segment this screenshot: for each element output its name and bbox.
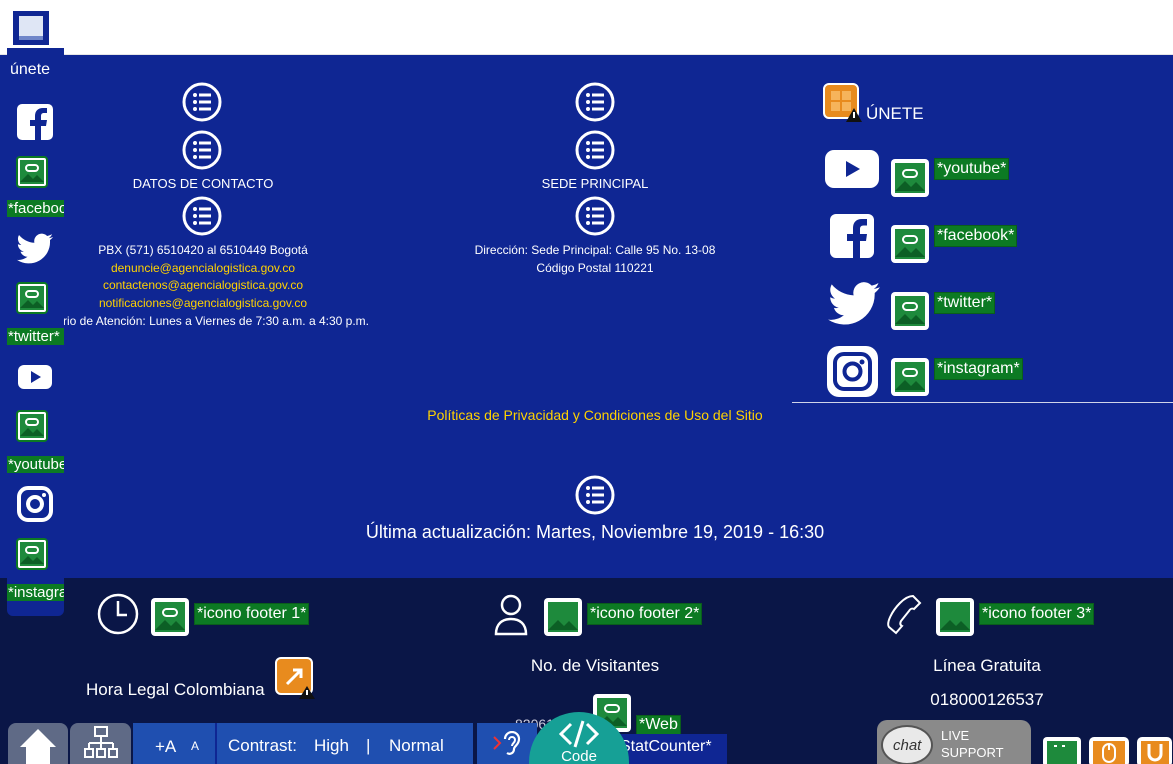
broken-image-icon [151, 598, 189, 636]
broken-image-icon [16, 410, 48, 442]
sidebar-item-label[interactable]: *twitter* [7, 328, 64, 345]
list-icon [182, 196, 222, 236]
youtube-icon[interactable] [15, 356, 55, 396]
legal-time-label: Hora Legal Colombiana [86, 680, 265, 699]
list-icon [182, 82, 222, 122]
ear-icon [493, 731, 521, 755]
broken-image-icon [16, 282, 48, 314]
list-icon [575, 475, 615, 515]
live-support-button[interactable]: chat LIVE SUPPORT [877, 720, 1031, 764]
broken-image-icon [936, 598, 974, 636]
sede-address: Dirección: Sede Principal: Calle 95 No. … [474, 243, 716, 257]
sidebar-item-label[interactable]: *instagram* [7, 584, 64, 601]
contrast-high-button[interactable]: High [314, 736, 349, 756]
logo-icon[interactable] [12, 10, 50, 46]
facebook-icon[interactable] [828, 212, 876, 260]
divider [792, 402, 1173, 403]
user-icon [494, 594, 528, 636]
social-sidebar: únete *facebook* *twitter* [7, 48, 64, 616]
facebook-link[interactable]: *facebook* [934, 225, 1018, 247]
code-icon [559, 720, 599, 748]
sidebar-item-label[interactable]: *facebook* [7, 200, 64, 217]
twitter-link[interactable]: *twitter* [934, 292, 996, 314]
phone-icon [887, 594, 922, 635]
user-badge-icon[interactable] [1136, 736, 1173, 764]
contrast-separator: | [366, 736, 371, 755]
page: únete *facebook* *twitter* [0, 0, 1173, 764]
footer-icon-label[interactable]: *icono footer 1* [194, 603, 310, 625]
footer-icon-label[interactable]: *icono footer 2* [587, 603, 703, 625]
home-icon [20, 729, 56, 764]
instagram-link[interactable]: *instagram* [934, 358, 1023, 380]
mouse-icon[interactable] [1088, 736, 1130, 764]
privacy-link[interactable]: Políticas de Privacidad y Condiciones de… [427, 407, 762, 423]
instagram-icon[interactable] [15, 484, 55, 524]
toll-free-number: 018000126537 [930, 690, 1044, 709]
decrease-font-button[interactable]: A [191, 739, 199, 753]
youtube-link[interactable]: *youtube* [934, 158, 1010, 180]
code-label: Code [561, 748, 597, 764]
sede-postal: Código Postal 110221 [536, 261, 654, 275]
broken-image-icon [16, 156, 48, 188]
separator [215, 723, 217, 764]
facebook-icon[interactable] [15, 102, 55, 142]
list-icon [182, 130, 222, 170]
list-icon [575, 196, 615, 236]
audio-button[interactable] [477, 723, 537, 764]
visitors-label: No. de Visitantes [530, 656, 660, 675]
sitemap-button[interactable] [70, 723, 131, 764]
list-icon [575, 130, 615, 170]
broken-image-icon [891, 159, 929, 197]
chat-label: chat [893, 737, 922, 754]
home-button[interactable] [8, 723, 68, 764]
twitter-icon[interactable] [15, 228, 55, 268]
instagram-icon[interactable] [826, 345, 879, 398]
support-label: SUPPORT [941, 745, 1004, 760]
email-link[interactable]: notificaciones@agencialogistica.gov.co [99, 296, 307, 310]
twitter-icon[interactable] [828, 282, 880, 326]
email-link[interactable]: contactenos@agencialogistica.gov.co [103, 278, 303, 292]
broken-image-icon [16, 538, 48, 570]
broken-image-icon [891, 225, 929, 263]
contrast-normal-button[interactable]: Normal [389, 736, 444, 756]
list-icon [575, 82, 615, 122]
broken-image-icon [1043, 737, 1081, 764]
sede-heading: SEDE PRINCIPAL [541, 176, 649, 191]
live-label: LIVE [941, 728, 970, 743]
sitemap-icon [84, 726, 118, 758]
sidebar-item-label[interactable]: *youtube* [7, 456, 64, 473]
broken-image-icon [891, 358, 929, 396]
statcounter-label[interactable]: StatCounter* [620, 738, 712, 756]
broken-image-icon [891, 292, 929, 330]
missing-plugin-icon [275, 657, 315, 699]
statcounter-label[interactable]: *Web [636, 715, 681, 735]
chat-bubble-icon: chat [881, 725, 933, 764]
last-update: Última actualización: Martes, Noviembre … [365, 522, 825, 542]
broken-image-icon [544, 598, 582, 636]
clock-icon [97, 593, 139, 635]
footer-icon-label[interactable]: *icono footer 3* [979, 603, 1095, 625]
sidebar-title: únete [10, 61, 51, 78]
top-bar [0, 0, 1173, 55]
email-link[interactable]: denuncie@agencialogistica.gov.co [111, 261, 295, 275]
contact-phone: PBX (571) 6510420 al 6510449 Bogotá [98, 243, 308, 257]
accessibility-bar: +A A Contrast: High | Normal [133, 723, 473, 764]
missing-plugin-icon [823, 83, 862, 122]
contrast-label: Contrast: [228, 736, 297, 755]
contact-heading: DATOS DE CONTACTO [132, 176, 274, 191]
contact-hours: Horario de Atención: Lunes a Viernes de … [37, 314, 369, 328]
youtube-icon[interactable] [825, 150, 879, 188]
increase-font-button[interactable]: +A [155, 737, 176, 757]
toll-free-label: Línea Gratuita [933, 656, 1041, 675]
join-title: ÚNETE [866, 104, 924, 123]
statcounter-bar: StatCounter* [612, 734, 727, 764]
